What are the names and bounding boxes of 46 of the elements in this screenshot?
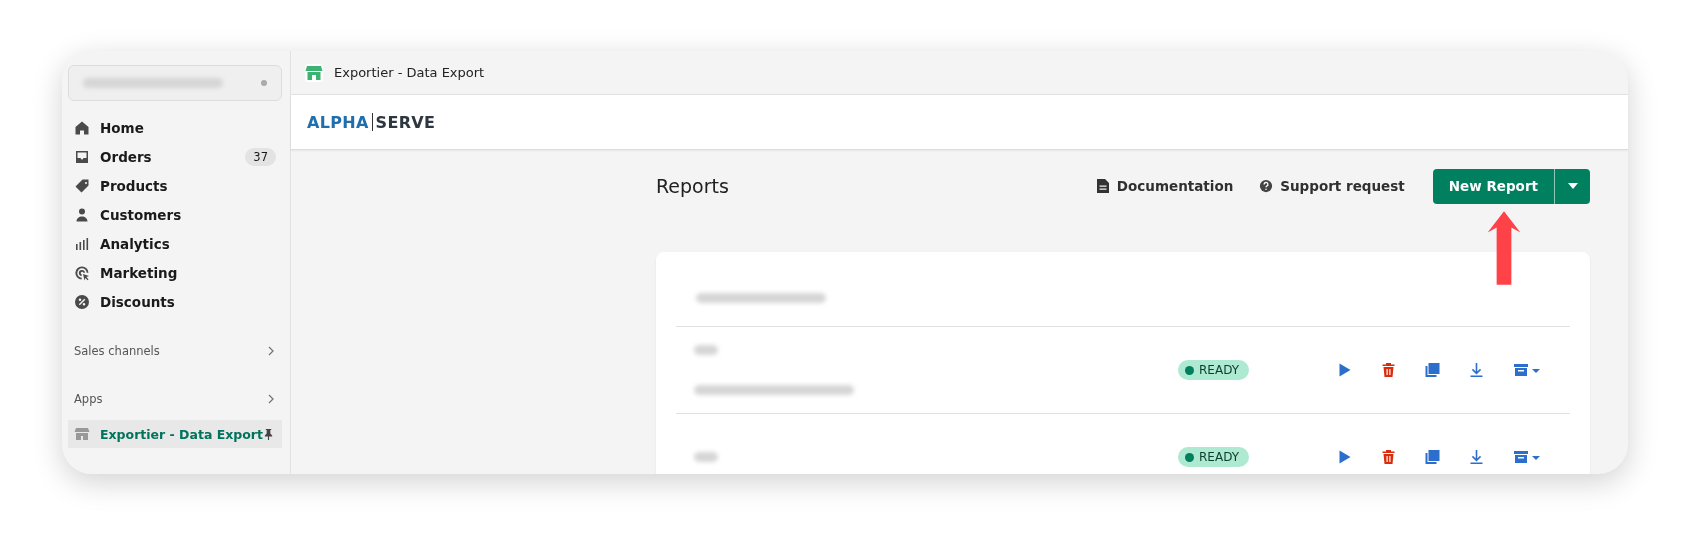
tag-icon [74, 177, 90, 194]
section-header[interactable]: Sales channels [68, 338, 282, 364]
play-icon[interactable] [1336, 362, 1353, 378]
nav-item[interactable]: Orders 37 [68, 142, 282, 171]
document-icon [1095, 178, 1110, 194]
header-link[interactable]: Support request [1259, 178, 1405, 194]
blurred-text [694, 345, 718, 355]
count-badge: 37 [245, 147, 276, 166]
nav-item[interactable]: Discounts [68, 287, 282, 316]
nav-item[interactable]: Products [68, 171, 282, 200]
new-report-button[interactable]: New Report [1432, 168, 1554, 204]
trash-icon[interactable] [1380, 362, 1397, 378]
pin-icon[interactable] [263, 427, 274, 441]
app-nav-item[interactable]: Exportier - Data Export [68, 420, 282, 448]
nav-item[interactable]: Customers [68, 200, 282, 229]
nav-item[interactable]: Marketing [68, 258, 282, 287]
chevron-icon [266, 394, 276, 404]
logo: ALPHA SERVE [307, 112, 436, 132]
nav-item[interactable]: Home [68, 113, 282, 142]
section-header[interactable]: Apps [68, 386, 282, 412]
archive-dropdown-icon[interactable] [1512, 362, 1542, 378]
chevron-icon [266, 346, 276, 356]
dropdown-button[interactable] [1554, 168, 1590, 204]
house-icon [74, 119, 90, 136]
copy-icon[interactable] [1424, 362, 1441, 378]
storefront-icon [74, 426, 90, 442]
download-icon[interactable] [1468, 362, 1485, 378]
store-switcher[interactable] [68, 65, 282, 101]
download-icon[interactable] [1468, 449, 1485, 465]
page-title: Reports [656, 175, 729, 197]
inbox-icon [74, 148, 90, 165]
copy-icon[interactable] [1424, 449, 1441, 465]
archive-dropdown-icon[interactable] [1512, 449, 1542, 465]
blurred-text [694, 452, 718, 462]
nav-item[interactable]: Analytics [68, 229, 282, 258]
play-icon[interactable] [1336, 449, 1353, 465]
storefront-icon [304, 62, 324, 83]
status-badge: READY [1178, 360, 1250, 380]
bar-chart-icon [74, 235, 90, 252]
trash-icon[interactable] [1380, 449, 1397, 465]
help-icon [1259, 178, 1274, 194]
percent-icon [74, 293, 90, 310]
status-badge: READY [1178, 447, 1250, 467]
target-icon [74, 264, 90, 281]
person-icon [74, 206, 90, 223]
header-link[interactable]: Documentation [1095, 178, 1234, 194]
